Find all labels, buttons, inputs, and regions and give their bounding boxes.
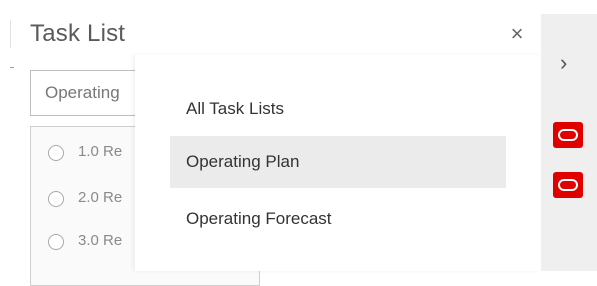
task-label: 1.0 Re bbox=[78, 143, 123, 160]
radio-button[interactable] bbox=[48, 145, 64, 161]
oracle-logo-icon[interactable] bbox=[553, 172, 583, 198]
dropdown-item-operating-plan[interactable]: Operating Plan bbox=[170, 136, 506, 188]
close-icon[interactable]: × bbox=[506, 22, 528, 46]
search-input-value: Operating bbox=[45, 83, 120, 102]
dropdown-item-all-task-lists[interactable]: All Task Lists bbox=[170, 83, 506, 135]
task-label: 2.0 Re bbox=[78, 189, 123, 206]
panel-title: Task List bbox=[30, 20, 126, 47]
task-label: 3.0 Re bbox=[78, 232, 123, 249]
task-list-dropdown: All Task Lists Operating Plan Operating … bbox=[135, 55, 541, 271]
radio-button[interactable] bbox=[48, 234, 64, 250]
chevron-right-icon[interactable]: › bbox=[560, 50, 567, 76]
panel-left-tick bbox=[10, 67, 14, 68]
dropdown-item-operating-forecast[interactable]: Operating Forecast bbox=[170, 193, 506, 245]
radio-button[interactable] bbox=[48, 191, 64, 207]
panel-left-divider bbox=[10, 20, 11, 48]
oracle-logo-icon[interactable] bbox=[553, 122, 583, 148]
